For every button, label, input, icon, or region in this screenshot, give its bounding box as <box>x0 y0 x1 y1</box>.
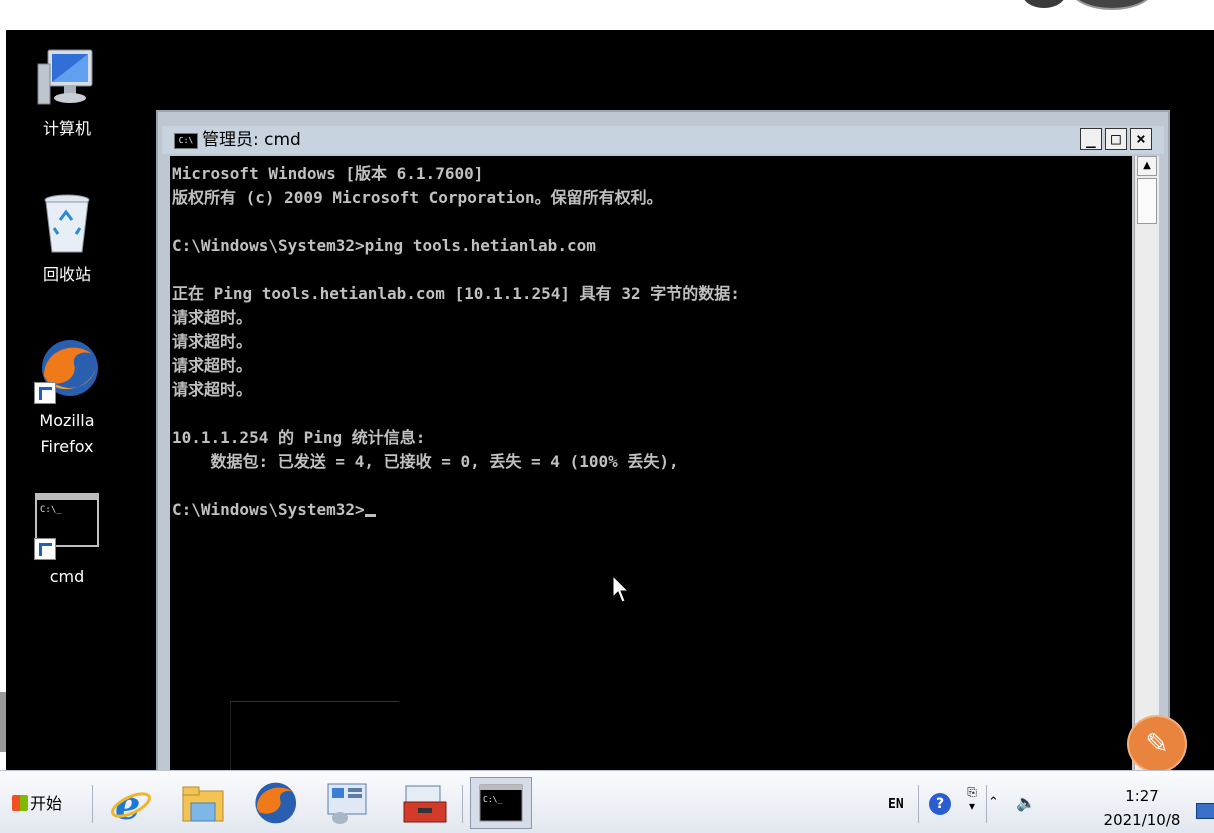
language-indicator[interactable]: EN <box>888 797 904 812</box>
console-artifact <box>230 701 399 770</box>
ime-options-icon[interactable]: ⎘ ▾ <box>964 785 980 813</box>
console-line: 请求超时。 <box>172 356 253 375</box>
taskbar-file-explorer[interactable] <box>172 777 234 829</box>
taskbar-server-manager[interactable] <box>316 777 378 829</box>
firefox-icon <box>255 782 297 824</box>
console-output[interactable]: Microsoft Windows [版本 6.1.7600] 版权所有 (c)… <box>170 156 1132 770</box>
vertical-scrollbar[interactable]: ▲ <box>1134 156 1159 770</box>
cmd-window-icon[interactable]: C:\ <box>174 133 198 149</box>
console-line: 数据包: 已发送 = 4, 已接收 = 0, 丢失 = 4 (100% 丢失), <box>172 452 679 471</box>
scroll-thumb[interactable] <box>1137 178 1157 224</box>
toolbox-icon <box>403 785 447 823</box>
cmd-titlebar[interactable]: C:\ 管理员: cmd _ □ × <box>162 126 1164 154</box>
console-line: 10.1.1.254 的 Ping 统计信息: <box>172 428 426 447</box>
firefox-icon <box>34 336 100 404</box>
desktop-icon-label: 计算机 <box>42 119 91 138</box>
cmd-window: C:\ 管理员: cmd _ □ × Microsoft Windows [版本… <box>156 110 1170 770</box>
shortcut-arrow-icon <box>34 382 56 404</box>
desktop-icon-label: cmd <box>49 567 85 586</box>
console-line: Microsoft Windows [版本 6.1.7600] <box>172 164 484 183</box>
cmd-shortcut-icon: C:\_ <box>34 492 100 560</box>
maximize-button[interactable]: □ <box>1105 128 1127 150</box>
volume-icon[interactable]: 🔈 <box>1016 793 1036 812</box>
start-label: 开始 <box>30 794 63 813</box>
svg-text:C:\_: C:\_ <box>483 795 502 804</box>
console-line: 版权所有 (c) 2009 Microsoft Corporation。保留所有… <box>172 188 663 207</box>
shortcut-arrow-icon <box>34 538 56 560</box>
windows-logo-icon <box>12 795 28 811</box>
start-button[interactable]: 开始 <box>8 791 62 817</box>
help-icon[interactable]: ? <box>929 793 951 815</box>
console-text: Microsoft Windows [版本 6.1.7600] 版权所有 (c)… <box>170 156 1132 522</box>
host-control-blob <box>1022 0 1066 8</box>
window-title: 管理员: cmd <box>202 130 301 150</box>
taskbar-internet-explorer[interactable]: e <box>100 777 162 829</box>
computer-icon <box>34 44 100 110</box>
taskbar-firefox[interactable] <box>244 777 306 829</box>
desktop-icon-label: Mozilla Firefox <box>39 411 95 456</box>
desktop-icon-cmd[interactable]: C:\_ cmd <box>12 492 122 590</box>
console-line: C:\Windows\System32>ping tools.hetianlab… <box>172 236 596 255</box>
clock-date[interactable]: 2021/10/8 <box>1092 811 1192 829</box>
file-explorer-icon <box>182 786 224 822</box>
recycle-bin-icon <box>34 190 100 256</box>
host-top-bar <box>0 0 1214 30</box>
console-line: 请求超时。 <box>172 308 253 327</box>
desktop-icon-computer[interactable]: 计算机 <box>12 44 122 142</box>
host-control-blob <box>1070 0 1154 10</box>
close-button[interactable]: × <box>1130 128 1152 150</box>
clock-time[interactable]: 1:27 <box>1116 787 1168 805</box>
desktop-icon-recycle-bin[interactable]: 回收站 <box>12 190 122 288</box>
console-line: 请求超时。 <box>172 380 253 399</box>
taskbar-cmd[interactable]: C:\_ <box>470 777 532 829</box>
cmd-icon: C:\_ <box>479 784 523 822</box>
console-prompt: C:\Windows\System32> <box>172 500 365 519</box>
scroll-up-arrow-icon[interactable]: ▲ <box>1137 156 1157 176</box>
taskbar: 开始 e C:\_ EN ? ⎘ ▾ ⌃ 🔈 1:27 2021/10/8 <box>0 770 1214 833</box>
svg-text:C:\_: C:\_ <box>40 505 62 515</box>
toolbox-badge-icon[interactable]: ✎ <box>1127 715 1187 770</box>
show-desktop-icon[interactable] <box>1196 803 1214 819</box>
internet-explorer-icon: e <box>111 782 151 825</box>
console-line: 正在 Ping tools.hetianlab.com [10.1.1.254]… <box>172 284 740 303</box>
taskbar-toolbox[interactable] <box>394 777 456 829</box>
desktop: 计算机 回收站 Mozilla Firefox C:\_ cmd C:\ 管理员… <box>6 30 1214 770</box>
desktop-icon-firefox[interactable]: Mozilla Firefox <box>12 336 122 460</box>
text-cursor <box>364 514 376 517</box>
show-hidden-icons-icon[interactable]: ⌃ <box>988 795 999 810</box>
console-line: 请求超时。 <box>172 332 253 351</box>
desktop-icon-label: 回收站 <box>42 265 91 284</box>
minimize-button[interactable]: _ <box>1080 128 1102 150</box>
server-manager-icon <box>327 783 367 824</box>
